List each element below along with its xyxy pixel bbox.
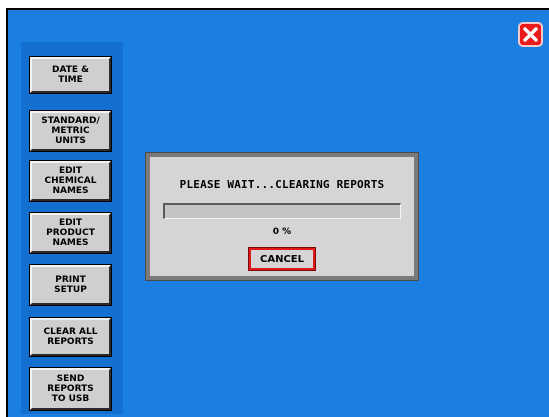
close-x-icon [523,27,538,42]
date-time-button[interactable]: DATE & TIME [29,56,112,94]
progress-bar [163,203,401,219]
edit-product-names-button[interactable]: EDIT PRODUCT NAMES [29,212,112,254]
clear-all-reports-button[interactable]: CLEAR ALL REPORTS [29,317,112,357]
standard-metric-units-button[interactable]: STANDARD/ METRIC UNITS [29,110,112,152]
send-reports-to-usb-button[interactable]: SEND REPORTS TO USB [29,367,112,411]
dialog-title: PLEASE WAIT...CLEARING REPORTS [179,178,385,191]
cancel-button[interactable]: CANCEL [248,247,316,271]
close-button[interactable] [518,22,543,47]
print-setup-button[interactable]: PRINT SETUP [29,264,112,306]
clearing-reports-dialog: PLEASE WAIT...CLEARING REPORTS 0 % CANCE… [145,152,419,281]
progress-percent-text: 0 % [272,227,292,237]
edit-chemical-names-button[interactable]: EDIT CHEMICAL NAMES [29,160,112,202]
